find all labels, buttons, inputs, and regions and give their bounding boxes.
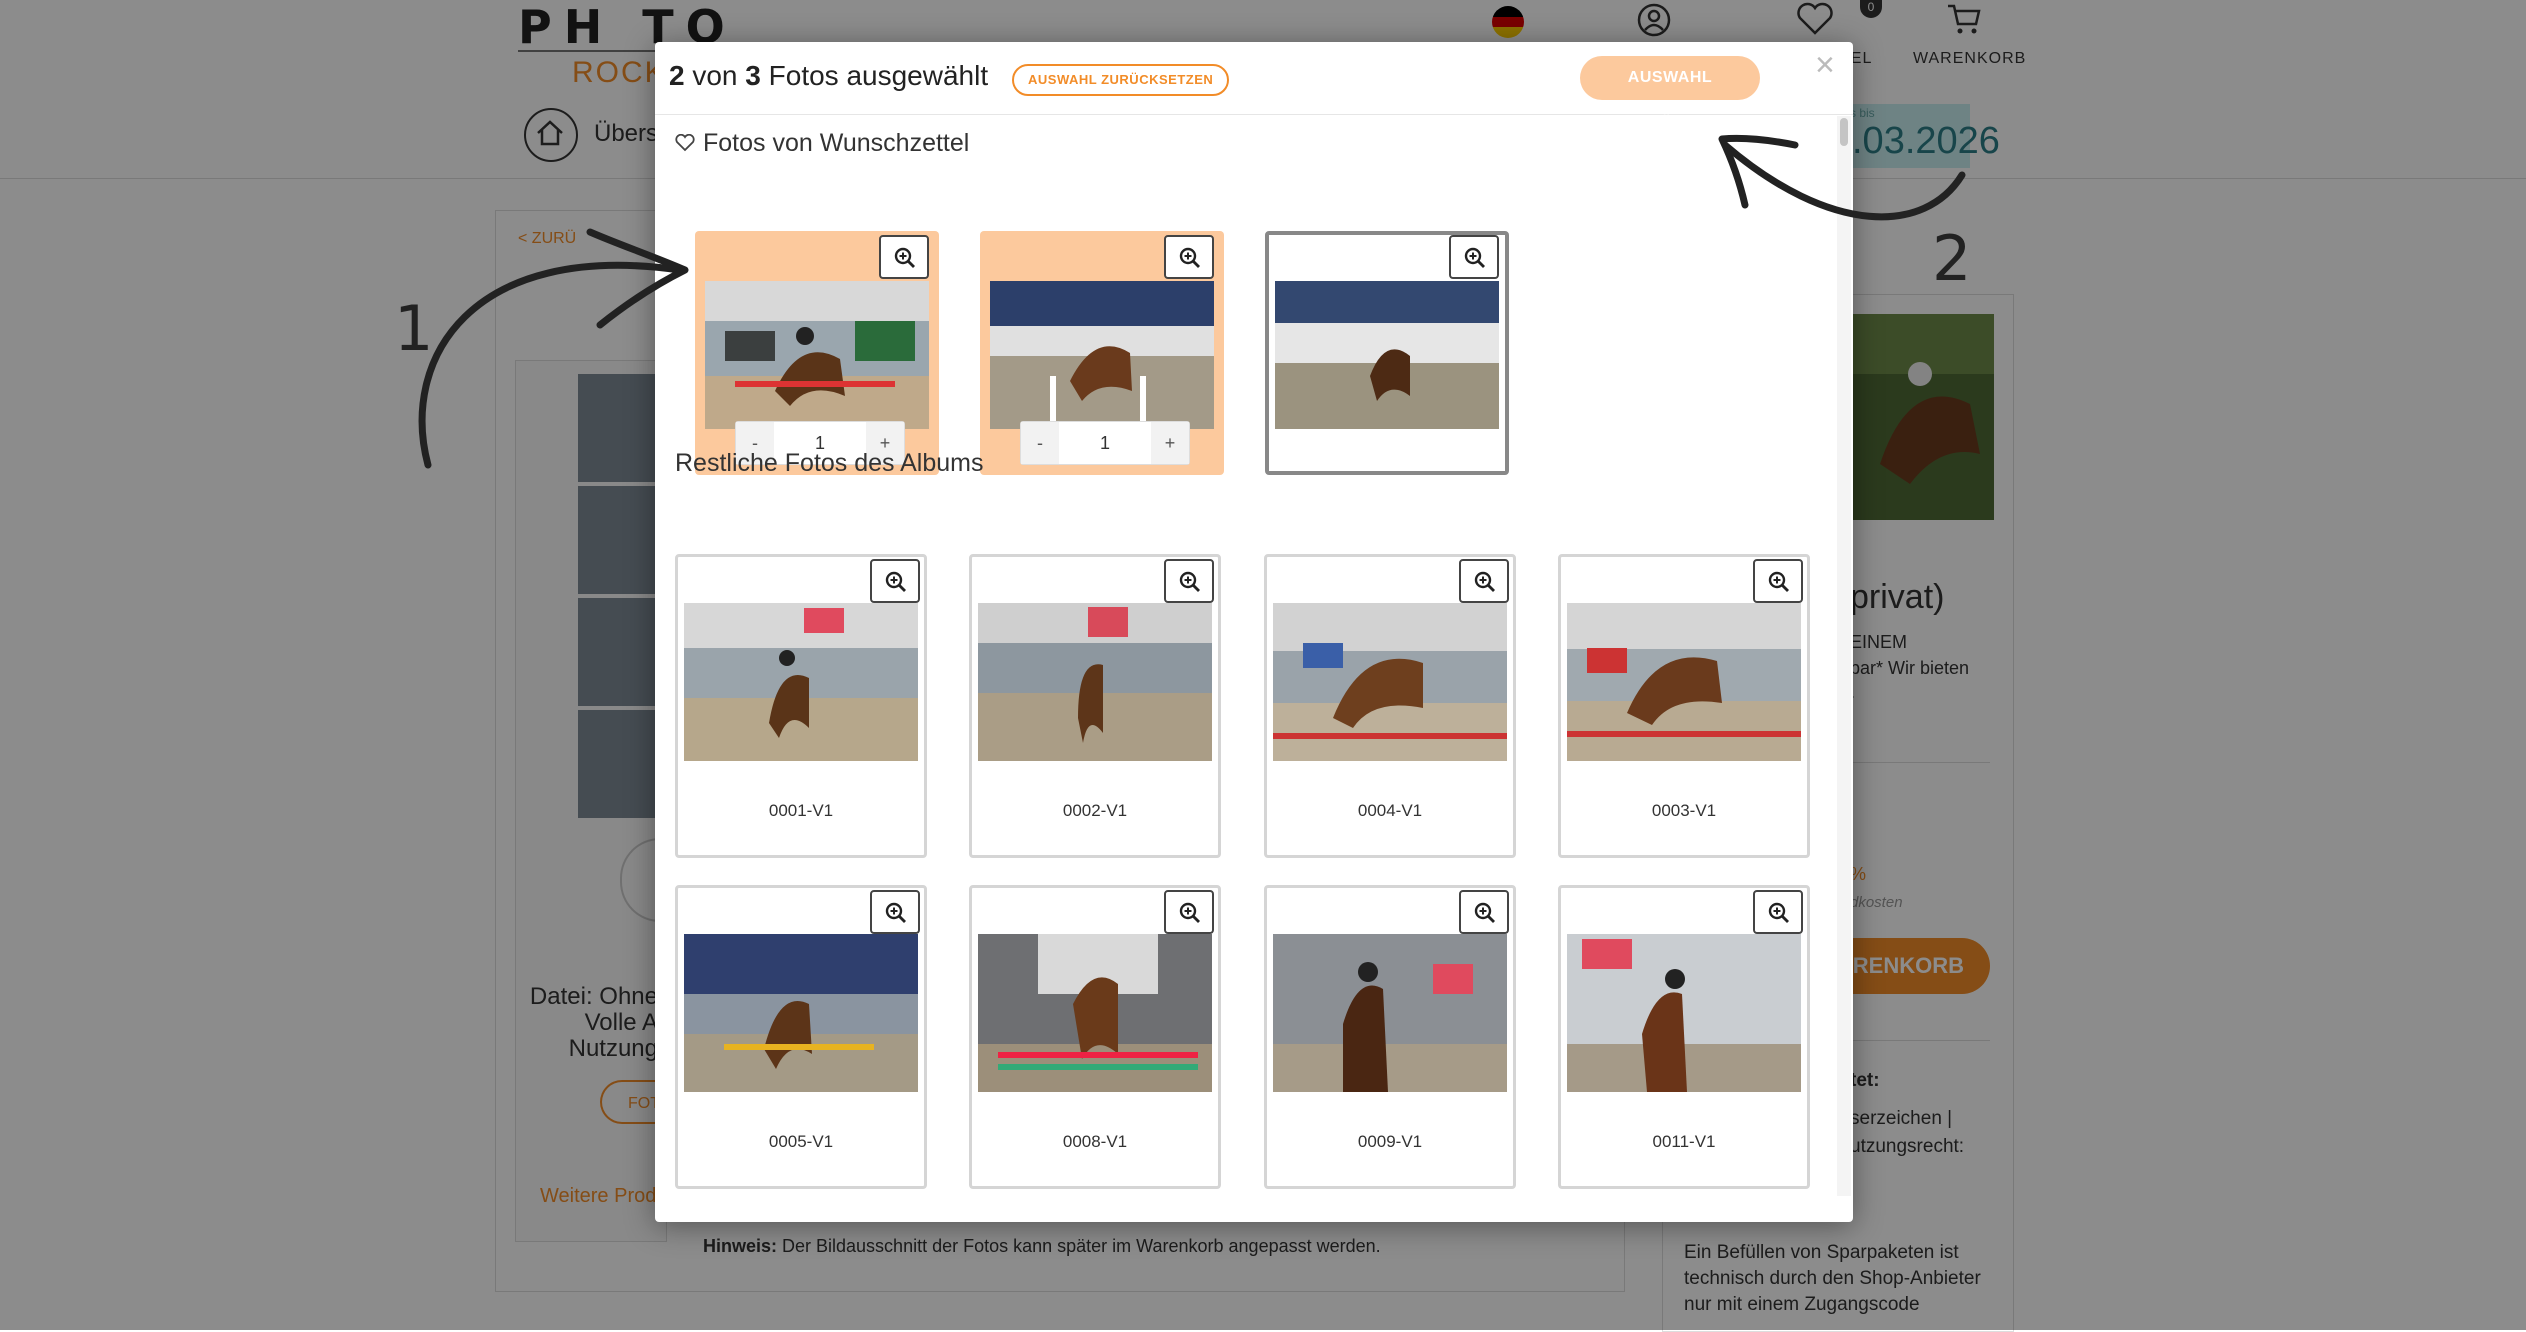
album-photo-card[interactable]: 0002-V1	[969, 554, 1221, 858]
wishlist-section-title: Fotos von Wunschzettel	[675, 129, 969, 159]
quantity-value[interactable]: 1	[1059, 422, 1151, 464]
wishlist-photo-card[interactable]: - 1 +	[695, 231, 939, 475]
photo-id: 0005-V1	[768, 1132, 834, 1151]
zoom-icon[interactable]	[1753, 559, 1803, 603]
photo-id: 0001-V1	[768, 801, 834, 820]
album-photo-card[interactable]: 0004-V1	[1264, 554, 1516, 858]
confirm-selection-button[interactable]: AUSWAHL BESTÄTIGEN	[1580, 56, 1760, 130]
photo-image	[1275, 281, 1499, 429]
photo-id: 0003-V1	[1651, 801, 1717, 820]
modal-title: 2 von 3 Fotos ausgewählt	[669, 60, 988, 92]
quantity-increase-button[interactable]: +	[1151, 422, 1189, 464]
photo-image	[684, 934, 918, 1092]
zoom-icon[interactable]	[1164, 559, 1214, 603]
modal-header: 2 von 3 Fotos ausgewählt AUSWAHL ZURÜCKS…	[655, 42, 1853, 130]
zoom-icon[interactable]	[870, 890, 920, 934]
photo-image	[1567, 603, 1801, 761]
photo-image	[978, 934, 1212, 1092]
photo-id: 0009-V1	[1357, 1132, 1423, 1151]
album-photo-card[interactable]: 0001-V1	[675, 554, 927, 858]
annotation-label-1: 1	[394, 292, 434, 365]
photo-id: 0004-V1	[1357, 801, 1423, 820]
zoom-icon[interactable]	[1459, 559, 1509, 603]
wishlist-section-label: Fotos von Wunschzettel	[703, 129, 970, 157]
modal-body[interactable]: Fotos von Wunschzettel - 1 + - 1 + Restl…	[655, 115, 1853, 1199]
quantity-decrease-button[interactable]: -	[1021, 422, 1059, 464]
photo-image	[978, 603, 1212, 761]
photo-id: 0002-V1	[1062, 801, 1128, 820]
album-photo-card[interactable]: 0003-V1	[1558, 554, 1810, 858]
album-photo-card[interactable]: 0011-V1	[1558, 885, 1810, 1189]
photo-image	[1273, 603, 1507, 761]
close-icon[interactable]: ×	[1815, 46, 1835, 85]
annotation-label-2: 2	[1932, 222, 1972, 295]
photo-selection-modal: 2 von 3 Fotos ausgewählt AUSWAHL ZURÜCKS…	[655, 42, 1853, 1222]
total-count: 3	[745, 60, 761, 91]
zoom-icon[interactable]	[1449, 235, 1499, 279]
photo-image	[1273, 934, 1507, 1092]
modal-scrollbar[interactable]	[1837, 116, 1851, 1196]
photo-image	[705, 281, 929, 429]
page: PH TO ROCKE Übers TEL 0 WARENKORB s bis …	[0, 0, 2526, 1332]
photo-image	[1567, 934, 1801, 1092]
title-mid: von	[684, 60, 746, 91]
zoom-icon[interactable]	[1753, 890, 1803, 934]
photo-image	[990, 281, 1214, 429]
wishlist-photo-card[interactable]	[1265, 231, 1509, 475]
album-photo-card[interactable]: 0005-V1	[675, 885, 927, 1189]
wishlist-photo-card[interactable]: - 1 +	[980, 231, 1224, 475]
selected-count: 2	[669, 60, 685, 91]
album-photo-card[interactable]: 0008-V1	[969, 885, 1221, 1189]
album-section-title: Restliche Fotos des Albums	[675, 449, 984, 477]
album-photo-card[interactable]: 0009-V1	[1264, 885, 1516, 1189]
zoom-icon[interactable]	[870, 559, 920, 603]
zoom-icon[interactable]	[1164, 890, 1214, 934]
quantity-stepper[interactable]: - 1 +	[1020, 421, 1190, 465]
photo-id: 0011-V1	[1652, 1132, 1716, 1151]
photo-id: 0008-V1	[1062, 1132, 1128, 1151]
photo-image	[684, 603, 918, 761]
reset-selection-button[interactable]: AUSWAHL ZURÜCKSETZEN	[1012, 64, 1230, 96]
heart-icon	[675, 130, 695, 159]
zoom-icon[interactable]	[1164, 235, 1214, 279]
zoom-icon[interactable]	[879, 235, 929, 279]
title-end: Fotos ausgewählt	[760, 60, 989, 91]
zoom-icon[interactable]	[1459, 890, 1509, 934]
